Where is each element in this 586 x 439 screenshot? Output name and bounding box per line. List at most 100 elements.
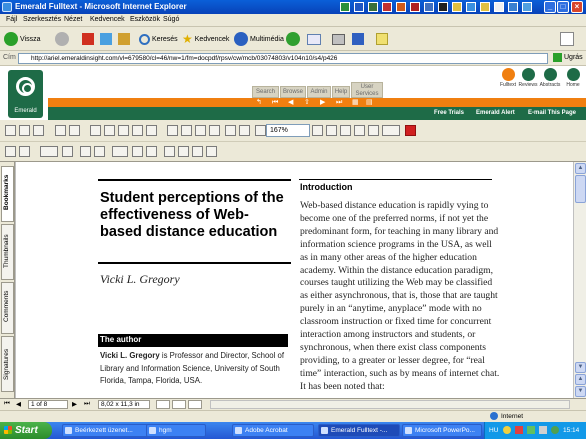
excel-tab-icon[interactable] bbox=[368, 2, 378, 12]
pdf-document-view[interactable]: Student perceptions of the effectiveness… bbox=[15, 162, 573, 398]
close-button[interactable]: × bbox=[571, 1, 583, 13]
fit-in-window-icon[interactable] bbox=[340, 125, 351, 136]
next-page-status-icon[interactable]: ▶ bbox=[72, 400, 77, 408]
text-select-icon[interactable] bbox=[40, 146, 58, 157]
language-indicator[interactable]: HU bbox=[489, 427, 498, 434]
media-button[interactable]: Multimédia bbox=[234, 31, 284, 47]
first-page-icon[interactable] bbox=[167, 125, 178, 136]
gear-tab-icon[interactable] bbox=[494, 2, 504, 12]
zoom-field[interactable]: 167% bbox=[266, 124, 310, 137]
shield-tray-icon[interactable] bbox=[515, 426, 523, 434]
scroll-thumb[interactable] bbox=[575, 175, 586, 203]
hand-tool-icon[interactable] bbox=[5, 146, 16, 157]
powerpoint-tab-icon[interactable] bbox=[382, 2, 392, 12]
task-acrobat[interactable]: Adobe Acrobat bbox=[232, 424, 314, 437]
word-tab-icon[interactable] bbox=[354, 2, 364, 12]
web-tab-icon[interactable] bbox=[508, 2, 518, 12]
acrobat-tab-icon[interactable] bbox=[410, 2, 420, 12]
copy-icon[interactable] bbox=[55, 125, 66, 136]
tab-bookmarks[interactable]: Bookmarks bbox=[1, 166, 14, 222]
view-icon[interactable] bbox=[146, 125, 157, 136]
home-link[interactable]: Home bbox=[563, 68, 583, 88]
continuous-icon[interactable] bbox=[172, 400, 186, 409]
start-button[interactable]: Start bbox=[0, 422, 52, 439]
mail-button[interactable] bbox=[307, 31, 321, 47]
binoculars-icon[interactable] bbox=[90, 125, 101, 136]
emerald-logo[interactable]: Emerald bbox=[8, 70, 43, 118]
media-tab-icon[interactable] bbox=[522, 2, 532, 12]
prev-page-status-icon[interactable]: ◀ bbox=[16, 400, 21, 408]
prev-page-icon[interactable] bbox=[181, 125, 192, 136]
favorites-button[interactable]: ★ Kedvencek bbox=[182, 31, 229, 47]
nav-last-icon[interactable]: ⏭ bbox=[336, 99, 343, 106]
prev-page-scroll-icon[interactable]: ▲ bbox=[575, 374, 586, 385]
tab-user-services[interactable]: User Services bbox=[351, 82, 383, 98]
tab-browse[interactable]: Browse bbox=[280, 86, 306, 98]
tab-signatures[interactable]: Signatures bbox=[1, 336, 14, 392]
app-tab-icon[interactable] bbox=[396, 2, 406, 12]
fit-width-icon[interactable] bbox=[132, 125, 143, 136]
tab-comments[interactable]: Comments bbox=[1, 282, 14, 334]
home-button[interactable] bbox=[118, 31, 130, 47]
last-page-icon[interactable] bbox=[209, 125, 220, 136]
scroll-up-button[interactable]: ▲ bbox=[575, 163, 586, 174]
search-button[interactable]: Keresés bbox=[139, 31, 178, 47]
task-hgm[interactable]: hgm bbox=[146, 424, 206, 437]
menu-help[interactable]: Súgó bbox=[163, 16, 179, 23]
task-emerald[interactable]: Emerald Fulltext -... bbox=[318, 424, 400, 437]
undo-icon[interactable] bbox=[69, 125, 80, 136]
tab-admin[interactable]: Admin bbox=[307, 86, 331, 98]
network-tray-icon[interactable] bbox=[527, 426, 535, 434]
nav-grid-icon[interactable]: ▦ bbox=[352, 99, 359, 106]
form-tool-icon[interactable] bbox=[164, 146, 175, 157]
back-button[interactable]: Vissza bbox=[4, 31, 41, 47]
vertical-scrollbar[interactable]: ▲ ▼ ▲ ▼ bbox=[573, 162, 586, 398]
single-page-icon[interactable] bbox=[156, 400, 170, 409]
menu-favorites[interactable]: Kedvencek bbox=[90, 16, 125, 23]
minimize-button[interactable]: _ bbox=[544, 1, 556, 13]
menu-view[interactable]: Nézet bbox=[64, 16, 82, 23]
free-trials-link[interactable]: Free Trials bbox=[434, 110, 464, 116]
app-tab-icon-2[interactable] bbox=[424, 2, 434, 12]
volume-tray-icon[interactable] bbox=[539, 426, 547, 434]
note-tool-icon[interactable] bbox=[80, 146, 91, 157]
next-page-icon[interactable] bbox=[195, 125, 206, 136]
go-button[interactable]: Ugrás bbox=[553, 53, 583, 62]
link-tool-icon[interactable] bbox=[146, 146, 157, 157]
reviews-link[interactable]: Reviews bbox=[518, 68, 538, 88]
nav-next-icon[interactable]: ▶ bbox=[320, 99, 327, 106]
nav-prev-icon[interactable]: ◀ bbox=[288, 99, 295, 106]
touchup-object-icon[interactable] bbox=[206, 146, 217, 157]
history-button[interactable] bbox=[286, 31, 300, 47]
fulltext-link[interactable]: Fulltext bbox=[498, 68, 518, 88]
horizontal-scrollbar[interactable] bbox=[210, 400, 570, 409]
task-powerpoint[interactable]: Microsoft PowerPo... bbox=[402, 424, 482, 437]
notes-button[interactable] bbox=[376, 31, 388, 47]
zoom-out-icon[interactable] bbox=[255, 125, 266, 136]
cmd-tab-icon[interactable] bbox=[438, 2, 448, 12]
stop-button[interactable] bbox=[82, 31, 94, 47]
fit-visible-icon[interactable] bbox=[354, 125, 365, 136]
movie-tool-icon[interactable] bbox=[178, 146, 189, 157]
adobe-logo-icon[interactable] bbox=[405, 125, 416, 136]
emerald-alert-link[interactable]: Emerald Alert bbox=[476, 110, 515, 116]
zoom-tool-icon[interactable] bbox=[19, 146, 30, 157]
maximize-button[interactable]: □ bbox=[557, 1, 569, 13]
print-icon[interactable] bbox=[19, 125, 30, 136]
tab-help[interactable]: Help bbox=[332, 86, 350, 98]
mail-tab-icon[interactable] bbox=[466, 2, 476, 12]
nav-first-icon[interactable]: ⏮ bbox=[272, 99, 279, 106]
folder-tab-icon-2[interactable] bbox=[480, 2, 490, 12]
actual-size-icon[interactable] bbox=[326, 125, 337, 136]
forward-button[interactable] bbox=[55, 31, 69, 47]
nav-doc-icon[interactable]: ▤ bbox=[366, 99, 373, 106]
go-back-icon[interactable] bbox=[225, 125, 236, 136]
first-page-status-icon[interactable]: ⏮ bbox=[4, 400, 10, 408]
folder-tab-icon[interactable] bbox=[452, 2, 462, 12]
menu-file[interactable]: Fájl bbox=[6, 16, 17, 23]
emerald-tab-icon[interactable] bbox=[340, 2, 350, 12]
go-forward-icon[interactable] bbox=[239, 125, 250, 136]
refresh-button[interactable] bbox=[100, 31, 112, 47]
highlight-tool-icon[interactable] bbox=[112, 146, 128, 157]
help-tray-icon[interactable] bbox=[503, 426, 511, 434]
